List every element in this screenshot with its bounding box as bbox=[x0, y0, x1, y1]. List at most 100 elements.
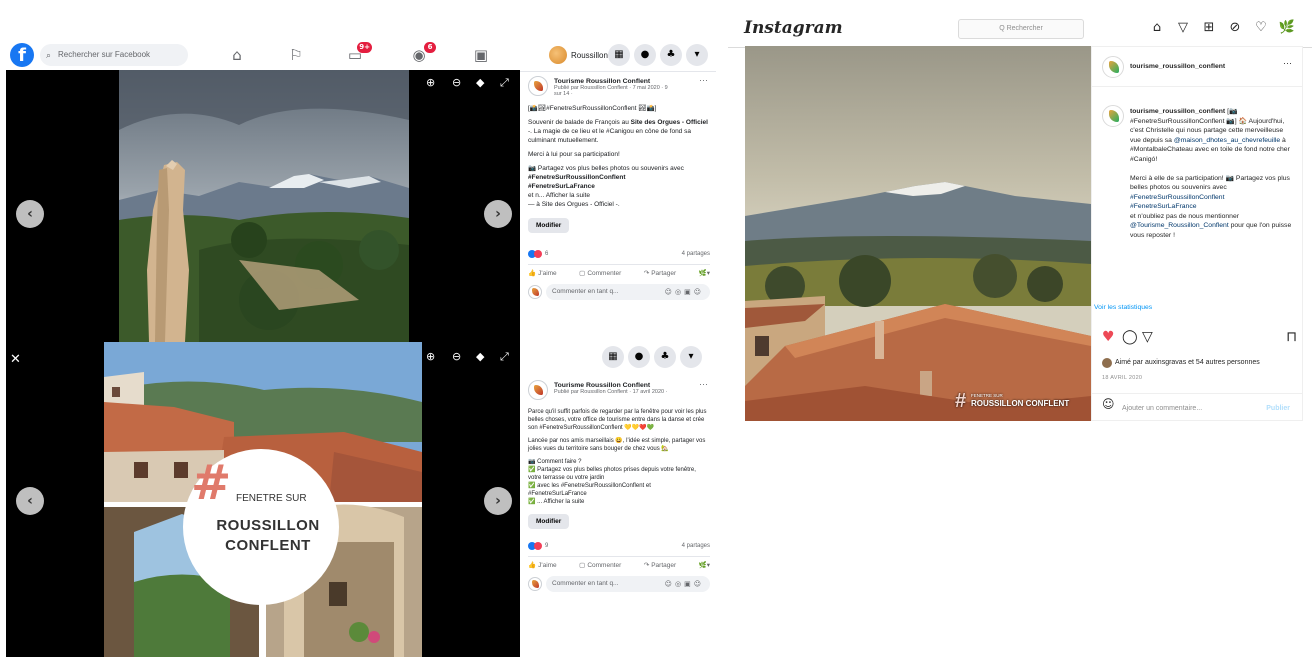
edit-post-button[interactable]: Modifier bbox=[528, 514, 570, 529]
comment-input[interactable]: Commenter en tant q... ☺◎▣☺ bbox=[546, 576, 710, 592]
post-header: tourisme_roussillon_conflent ··· bbox=[1092, 47, 1302, 87]
groups-badge: 6 bbox=[424, 42, 436, 53]
mention-link[interactable]: @maison_dhotes_au_chevrefeuille bbox=[1174, 137, 1280, 144]
reactions-bar[interactable]: 6 4 partages bbox=[528, 249, 710, 261]
see-more-link[interactable]: ✅ ... Afficher la suite bbox=[528, 499, 584, 505]
caption-avatar[interactable] bbox=[1102, 105, 1124, 127]
home-icon[interactable]: ⌂ bbox=[228, 46, 246, 64]
like-button[interactable]: 👍 J'aime bbox=[528, 269, 557, 278]
tag-icon[interactable]: ◆ bbox=[476, 76, 484, 89]
watch-icon[interactable]: ▭ 9+ bbox=[346, 42, 372, 64]
page-switcher[interactable]: 🌿▾ bbox=[699, 269, 710, 278]
messenger-icon[interactable]: ● bbox=[634, 44, 656, 66]
like-label: J'aime bbox=[538, 270, 557, 277]
new-post-icon[interactable]: ⊞ bbox=[1200, 19, 1218, 37]
watermark-line-2: ROUSSILLON CONFLENT bbox=[971, 399, 1070, 408]
activity-heart-icon[interactable]: ♡ bbox=[1252, 19, 1270, 37]
mention-link[interactable]: @Tourisme_Roussillon_Conflent bbox=[1130, 222, 1229, 229]
post-text: ✅ Partagez vos plus belles photos prises… bbox=[528, 467, 696, 481]
caption-username[interactable]: tourisme_roussillon_conflent bbox=[1130, 108, 1225, 115]
like-heart-icon[interactable]: ♥ bbox=[1102, 330, 1115, 343]
bookmark-icon[interactable]: ⊓ bbox=[1286, 330, 1297, 343]
account-avatar[interactable] bbox=[1102, 56, 1124, 78]
instagram-post-sidebar: tourisme_roussillon_conflent ··· tourism… bbox=[1091, 46, 1303, 421]
comment-tools-icons[interactable]: ☺◎▣☺ bbox=[665, 576, 704, 592]
comment-button[interactable]: ▢ Commenter bbox=[579, 561, 621, 570]
share-icon[interactable]: ▽ bbox=[1142, 330, 1153, 343]
gaming-icon[interactable]: ▣ bbox=[472, 46, 490, 64]
fullscreen-icon[interactable]: ⤢ bbox=[500, 76, 509, 90]
profile-avatar-icon[interactable]: 🌿 bbox=[1278, 19, 1296, 37]
avatar bbox=[1102, 358, 1112, 368]
instagram-search-input[interactable]: Q Rechercher bbox=[958, 19, 1084, 39]
post-link[interactable]: Site des Orgues - Officiel bbox=[631, 119, 708, 126]
emoji-icon[interactable]: ☺ bbox=[1102, 398, 1115, 409]
post-paragraph: Lancée par nos amis marseillais 😀, l'idé… bbox=[528, 438, 706, 452]
zoom-in-icon[interactable]: ⊕ bbox=[426, 76, 435, 89]
hashtag-link[interactable]: #FenetreSurLaFrance bbox=[1130, 203, 1197, 210]
page-avatar[interactable] bbox=[528, 380, 548, 400]
flag-icon[interactable]: ⚐ bbox=[287, 46, 305, 64]
account-dropdown-icon[interactable]: ▾ bbox=[686, 44, 708, 66]
more-options-icon[interactable]: ··· bbox=[699, 76, 708, 85]
menu-grid-icon[interactable]: ▦ bbox=[602, 346, 624, 368]
banner-title: # FENETRE SUR bbox=[191, 455, 331, 511]
next-photo-button[interactable]: › bbox=[484, 200, 512, 228]
page-avatar[interactable] bbox=[528, 76, 548, 96]
notifications-icon[interactable]: ♣ bbox=[660, 44, 682, 66]
messenger-icon[interactable]: ● bbox=[628, 346, 650, 368]
comment-icon[interactable]: ◯ bbox=[1122, 330, 1138, 343]
hashtag-link[interactable]: #FenetreSurRoussillonConflent bbox=[1130, 194, 1224, 201]
comment-button[interactable]: ▢ Commenter bbox=[579, 269, 621, 278]
share-button[interactable]: ↷ Partager bbox=[644, 269, 676, 278]
post-meta: Publié par Roussillon Conflent · 17 avri… bbox=[554, 389, 668, 395]
instagram-logo[interactable]: Instagram bbox=[744, 18, 843, 38]
comment-input[interactable]: Commenter en tant q... ☺◎▣☺ bbox=[546, 284, 710, 300]
watch-badge: 9+ bbox=[357, 42, 372, 53]
explore-icon[interactable]: ⊘ bbox=[1226, 19, 1244, 37]
zoom-out-icon[interactable]: ⊖ bbox=[452, 76, 461, 89]
account-dropdown-icon[interactable]: ▾ bbox=[680, 346, 702, 368]
fullscreen-icon[interactable]: ⤢ bbox=[500, 350, 509, 364]
edit-post-button[interactable]: Modifier bbox=[528, 218, 570, 233]
previous-photo-button[interactable]: ‹ bbox=[16, 200, 44, 228]
post-paragraph: 📷 Partagez vos plus belles photos ou sou… bbox=[528, 164, 710, 209]
facebook-search-input[interactable]: ⌕ Rechercher sur Facebook bbox=[40, 44, 188, 66]
more-options-icon[interactable]: ··· bbox=[1283, 58, 1292, 69]
location-link[interactable]: — à Site des Orgues - Officiel -. bbox=[528, 201, 620, 208]
view-insights-link[interactable]: Voir les statistiques bbox=[1092, 303, 1152, 313]
zoom-in-icon[interactable]: ⊕ bbox=[426, 350, 435, 363]
page-switcher[interactable]: 🌿▾ bbox=[699, 561, 710, 570]
profile-button[interactable]: Roussillon bbox=[547, 44, 614, 66]
like-button[interactable]: 👍 J'aime bbox=[528, 561, 557, 570]
zoom-out-icon[interactable]: ⊖ bbox=[452, 350, 461, 363]
more-options-icon[interactable]: ··· bbox=[699, 380, 708, 389]
share-count[interactable]: 4 partages bbox=[682, 250, 710, 259]
account-name[interactable]: tourisme_roussillon_conflent bbox=[1130, 62, 1225, 72]
share-count[interactable]: 4 partages bbox=[682, 542, 710, 551]
groups-icon[interactable]: ◉ 6 bbox=[410, 42, 436, 64]
home-icon[interactable]: ⌂ bbox=[1148, 19, 1166, 37]
banner-line-2: ROUSSILLON bbox=[216, 517, 320, 534]
hashtag-link[interactable]: #FenetreSurLaFrance bbox=[528, 183, 595, 190]
share-button[interactable]: ↷ Partager bbox=[644, 561, 676, 570]
close-icon[interactable]: ✕ bbox=[10, 352, 21, 367]
tag-icon[interactable]: ◆ bbox=[476, 350, 484, 363]
see-more-link[interactable]: et n... Afficher la suite bbox=[528, 192, 590, 199]
comment-icon: ▢ bbox=[579, 269, 586, 277]
hashtag-link[interactable]: #FenetreSurRoussillonConflent bbox=[528, 174, 626, 181]
comment-label: Commenter bbox=[587, 562, 622, 569]
publish-button[interactable]: Publier bbox=[1266, 404, 1290, 414]
comment-tools-icons[interactable]: ☺◎▣☺ bbox=[665, 284, 704, 300]
likes-summary[interactable]: Aimé par auxinsgravas et 54 autres perso… bbox=[1102, 358, 1260, 368]
comment-composer: Commenter en tant q... ☺◎▣☺ bbox=[528, 283, 710, 303]
reactions-bar[interactable]: 9 4 partages bbox=[528, 541, 710, 553]
menu-grid-icon[interactable]: ▦ bbox=[608, 44, 630, 66]
comment-input[interactable]: Ajouter un commentaire... bbox=[1122, 404, 1202, 414]
facebook-logo-icon[interactable]: f bbox=[10, 43, 34, 67]
previous-photo-button[interactable]: ‹ bbox=[16, 487, 44, 515]
post-text: 📷 Comment faire ? bbox=[528, 459, 582, 465]
notifications-icon[interactable]: ♣ bbox=[654, 346, 676, 368]
direct-message-icon[interactable]: ▽ bbox=[1174, 19, 1192, 37]
next-photo-button[interactable]: › bbox=[484, 487, 512, 515]
